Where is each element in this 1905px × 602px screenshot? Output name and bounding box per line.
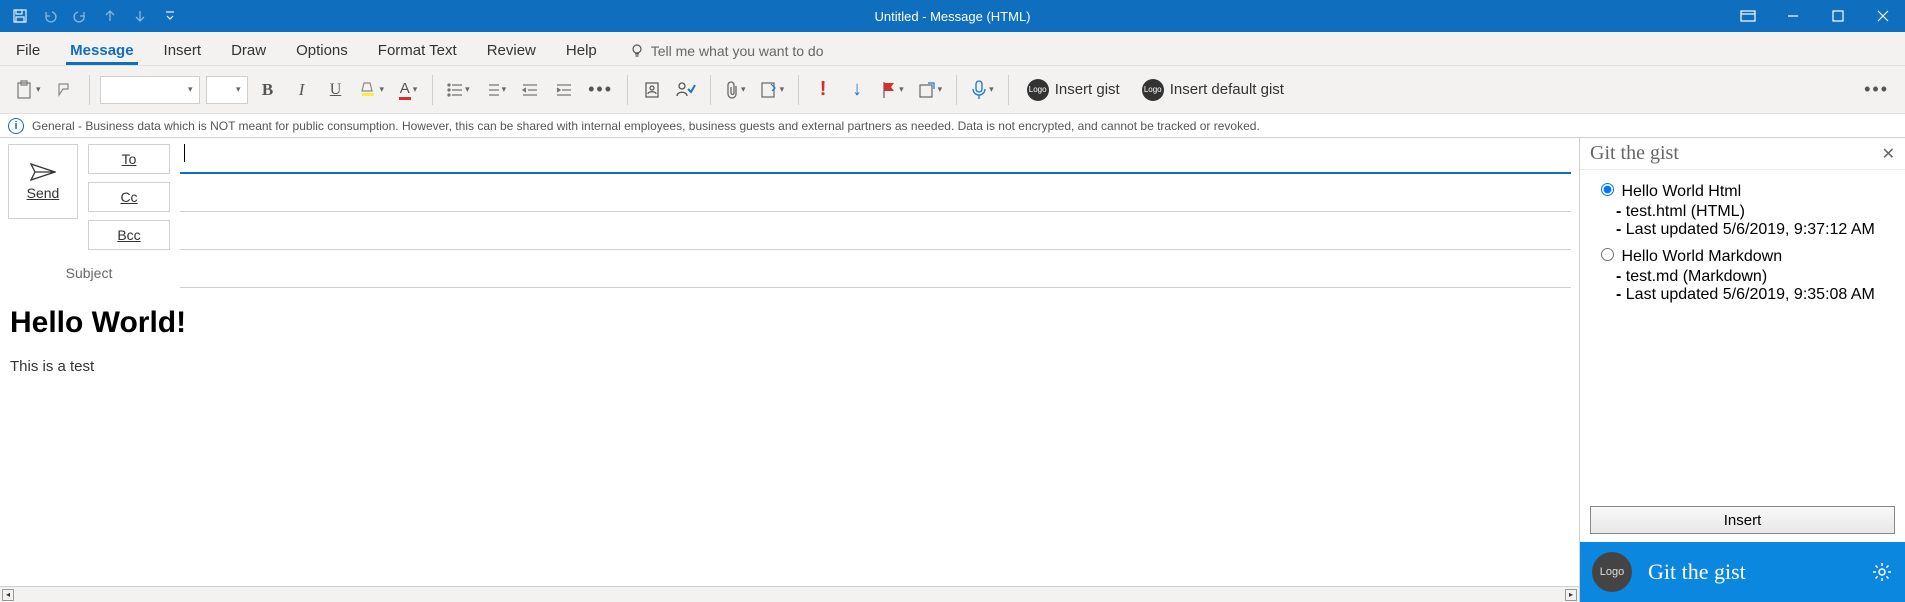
addin-task-pane: Git the gist ✕ Hello World Html test.htm… xyxy=(1580,138,1905,602)
insert-default-gist-button[interactable]: Logo Insert default gist xyxy=(1134,74,1292,106)
highlight-button[interactable]: ▾ xyxy=(356,74,389,106)
tab-message[interactable]: Message xyxy=(66,36,137,65)
more-formatting-icon[interactable]: ••• xyxy=(584,74,617,106)
body-text: This is a test xyxy=(10,358,1569,375)
bcc-button[interactable]: Bcc xyxy=(88,220,170,250)
send-label: Send xyxy=(27,185,60,201)
gist-updated: Last updated 5/6/2019, 9:37:12 AM xyxy=(1616,221,1889,239)
pane-title: Git the gist xyxy=(1590,142,1679,165)
insert-gist-button[interactable]: Logo Insert gist xyxy=(1019,74,1128,106)
format-painter-button[interactable] xyxy=(51,74,79,106)
compose-area: Send To Cc Bcc Subject xyxy=(0,138,1580,602)
low-importance-button[interactable]: ↓ xyxy=(843,74,871,106)
high-importance-button[interactable]: ! xyxy=(809,74,837,106)
ribbon-display-options-icon[interactable] xyxy=(1725,0,1770,32)
dictate-button[interactable]: ▾ xyxy=(967,74,998,106)
title-bar: Untitled - Message (HTML) xyxy=(0,0,1905,32)
check-names-button[interactable] xyxy=(672,74,700,106)
subject-field[interactable] xyxy=(180,258,1571,288)
previous-item-icon[interactable] xyxy=(98,4,122,28)
maximize-icon[interactable] xyxy=(1815,0,1860,32)
gist-option[interactable]: Hello World Html test.html (HTML) Last u… xyxy=(1596,180,1889,239)
gist-logo-icon: Logo xyxy=(1027,79,1049,101)
increase-indent-button[interactable] xyxy=(550,74,578,106)
tab-insert[interactable]: Insert xyxy=(160,36,206,65)
quick-access-toolbar xyxy=(0,0,182,32)
italic-button[interactable]: I xyxy=(288,74,316,106)
minimize-icon[interactable] xyxy=(1770,0,1815,32)
footer-logo-icon: Logo xyxy=(1592,552,1632,592)
tab-format-text[interactable]: Format Text xyxy=(374,36,461,65)
gist-file: test.html (HTML) xyxy=(1616,203,1889,221)
subject-label: Subject xyxy=(8,265,170,281)
font-color-button[interactable]: A▾ xyxy=(394,74,422,106)
scroll-left-icon[interactable]: ◂ xyxy=(2,589,14,601)
next-item-icon[interactable] xyxy=(128,4,152,28)
cc-field[interactable] xyxy=(180,182,1571,212)
to-field[interactable] xyxy=(180,144,1571,174)
insert-default-gist-label: Insert default gist xyxy=(1170,81,1284,98)
insert-button[interactable]: Insert xyxy=(1590,506,1895,534)
tell-me-search[interactable]: Tell me what you want to do xyxy=(629,43,824,65)
font-name-combo[interactable]: ▾ xyxy=(100,76,200,104)
window-controls xyxy=(1725,0,1905,32)
bullets-button[interactable]: ▾ xyxy=(443,74,474,106)
gist-name: Hello World Html xyxy=(1621,183,1741,200)
gist-updated: Last updated 5/6/2019, 9:35:08 AM xyxy=(1616,286,1889,304)
gist-file: test.md (Markdown) xyxy=(1616,268,1889,286)
bold-button[interactable]: B xyxy=(254,74,282,106)
gist-name: Hello World Markdown xyxy=(1621,248,1782,265)
gist-radio[interactable] xyxy=(1601,183,1614,196)
gist-radio[interactable] xyxy=(1601,248,1614,261)
save-icon[interactable] xyxy=(8,4,32,28)
gist-logo-icon: Logo xyxy=(1142,79,1164,101)
tab-draw[interactable]: Draw xyxy=(227,36,270,65)
tell-me-placeholder: Tell me what you want to do xyxy=(651,43,824,59)
bcc-field[interactable] xyxy=(180,220,1571,250)
ribbon-tabs: File Message Insert Draw Options Format … xyxy=(0,32,1905,66)
cc-button[interactable]: Cc xyxy=(88,182,170,212)
pane-footer: Logo Git the gist xyxy=(1580,542,1905,602)
decrease-indent-button[interactable] xyxy=(516,74,544,106)
policy-info-bar: i General - Business data which is NOT m… xyxy=(0,114,1905,138)
follow-up-button[interactable]: ▾ xyxy=(877,74,908,106)
address-book-button[interactable] xyxy=(638,74,666,106)
scroll-right-icon[interactable]: ▸ xyxy=(1565,589,1577,601)
tab-review[interactable]: Review xyxy=(483,36,540,65)
font-size-combo[interactable]: ▾ xyxy=(206,76,248,104)
gist-option[interactable]: Hello World Markdown test.md (Markdown) … xyxy=(1596,245,1889,304)
window-title: Untitled - Message (HTML) xyxy=(0,9,1905,24)
insert-gist-label: Insert gist xyxy=(1055,81,1120,98)
signature-button[interactable]: ▾ xyxy=(756,74,789,106)
policy-info-text: General - Business data which is NOT mea… xyxy=(32,119,1260,133)
redo-icon[interactable] xyxy=(68,4,92,28)
close-icon[interactable] xyxy=(1860,0,1905,32)
gear-icon[interactable] xyxy=(1871,561,1893,583)
send-icon xyxy=(30,163,56,181)
tab-help[interactable]: Help xyxy=(562,36,601,65)
attach-file-button[interactable]: ▾ xyxy=(721,74,750,106)
message-body[interactable]: Hello World! This is a test xyxy=(0,288,1579,586)
ribbon-overflow-icon[interactable]: ••• xyxy=(1860,74,1893,106)
underline-button[interactable]: U xyxy=(322,74,350,106)
qat-customize-icon[interactable] xyxy=(158,4,182,28)
pane-close-icon[interactable]: ✕ xyxy=(1882,144,1895,164)
numbering-button[interactable]: ▾ xyxy=(480,74,511,106)
horizontal-scrollbar[interactable]: ◂ ▸ xyxy=(0,586,1579,602)
footer-title: Git the gist xyxy=(1648,559,1855,585)
info-icon: i xyxy=(8,118,24,134)
to-button[interactable]: To xyxy=(88,144,170,174)
lightbulb-icon xyxy=(629,43,645,59)
tab-file[interactable]: File xyxy=(12,36,44,65)
assign-policy-button[interactable]: ▾ xyxy=(914,74,947,106)
paste-button[interactable]: ▾ xyxy=(12,74,45,106)
body-heading: Hello World! xyxy=(10,306,1569,340)
ribbon-toolbar: ▾ ▾ ▾ B I U ▾ A▾ ▾ ▾ ••• ▾ ▾ ! ↓ ▾ ▾ ▾ L… xyxy=(0,66,1905,114)
undo-icon[interactable] xyxy=(38,4,62,28)
tab-options[interactable]: Options xyxy=(292,36,352,65)
send-button[interactable]: Send xyxy=(8,144,78,219)
